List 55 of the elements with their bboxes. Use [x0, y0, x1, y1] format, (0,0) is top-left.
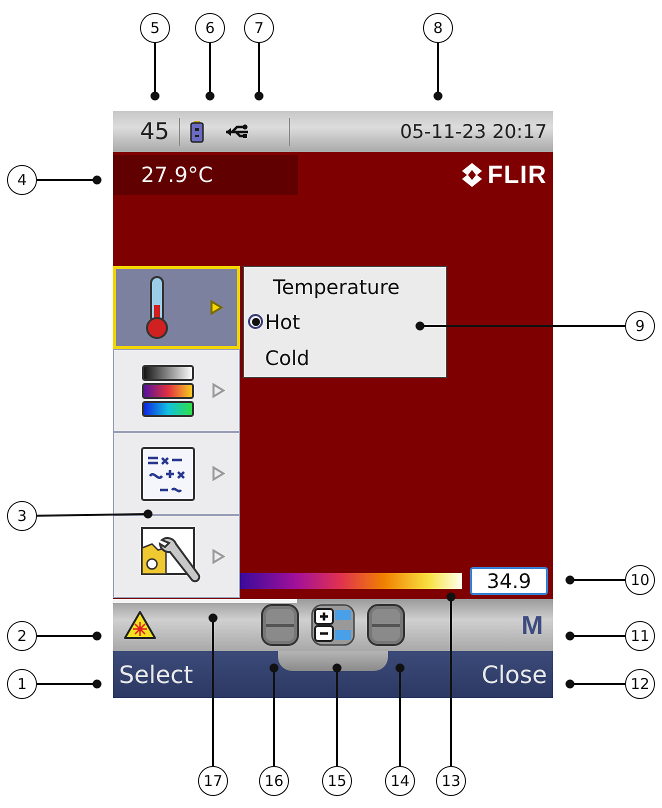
callout-number: 5	[140, 13, 170, 43]
leader-line	[434, 43, 442, 100]
arrow-right-icon	[212, 549, 225, 564]
leader-line	[566, 632, 625, 640]
option-label[interactable]: Hot	[265, 310, 300, 334]
battery-icon	[190, 120, 204, 142]
laser-warning-icon	[123, 610, 157, 640]
leader-line	[37, 680, 102, 688]
callout-number: 9	[625, 311, 655, 341]
soft-key-label[interactable]: Select	[119, 660, 194, 688]
callout-number: 15	[322, 766, 352, 796]
logo-text: FLIR	[487, 160, 547, 190]
logo-mark-icon	[461, 162, 484, 188]
callout-number: 12	[625, 669, 655, 699]
arrow-right-icon	[212, 466, 225, 481]
callout-number: 3	[7, 501, 37, 531]
radio-button[interactable]	[248, 314, 263, 329]
menu-item[interactable]	[113, 349, 240, 432]
formula-sheet-icon	[140, 446, 196, 502]
hardware-key-icon[interactable]	[261, 604, 299, 646]
callout-number: 2	[7, 621, 37, 651]
palette-icon	[140, 362, 196, 418]
leader-line	[206, 43, 214, 100]
callout-number: 7	[244, 13, 274, 43]
status-count: 45	[140, 118, 170, 144]
leader-line	[566, 680, 625, 688]
callout-number: 8	[423, 13, 453, 43]
arrow-right-icon	[210, 300, 223, 315]
menu-item[interactable]	[113, 266, 240, 349]
temperature-reading: 27.9°C	[113, 155, 298, 195]
callout-number: 13	[436, 766, 466, 796]
leader-line	[566, 576, 625, 584]
scale-value: 34.9	[470, 567, 548, 595]
callout-number: 4	[7, 165, 37, 195]
arrow-right-icon	[212, 383, 225, 398]
callout-number: 1	[7, 669, 37, 699]
menu-item[interactable]	[113, 515, 240, 598]
plus-minus-key-icon[interactable]	[311, 604, 355, 646]
option-label[interactable]: Cold	[265, 346, 310, 370]
callout-number: 6	[195, 13, 225, 43]
leader-line	[254, 43, 264, 100]
callout-number: 14	[385, 766, 415, 796]
submenu-title: Temperature	[272, 274, 401, 301]
leader-line	[37, 176, 102, 184]
soft-key-label[interactable]: Close	[482, 660, 547, 688]
date-time: 05-11-23 20:17	[400, 120, 547, 142]
callout-number: 11	[625, 621, 655, 651]
leader-line	[37, 632, 102, 640]
leader-line	[150, 43, 160, 100]
callout-number: 17	[198, 766, 228, 796]
callout-number: 16	[259, 766, 289, 796]
callout-number: 10	[625, 565, 655, 595]
menu-item[interactable]	[113, 432, 240, 515]
hardware-key-icon[interactable]	[367, 604, 405, 646]
mode-indicator: M	[521, 610, 543, 640]
